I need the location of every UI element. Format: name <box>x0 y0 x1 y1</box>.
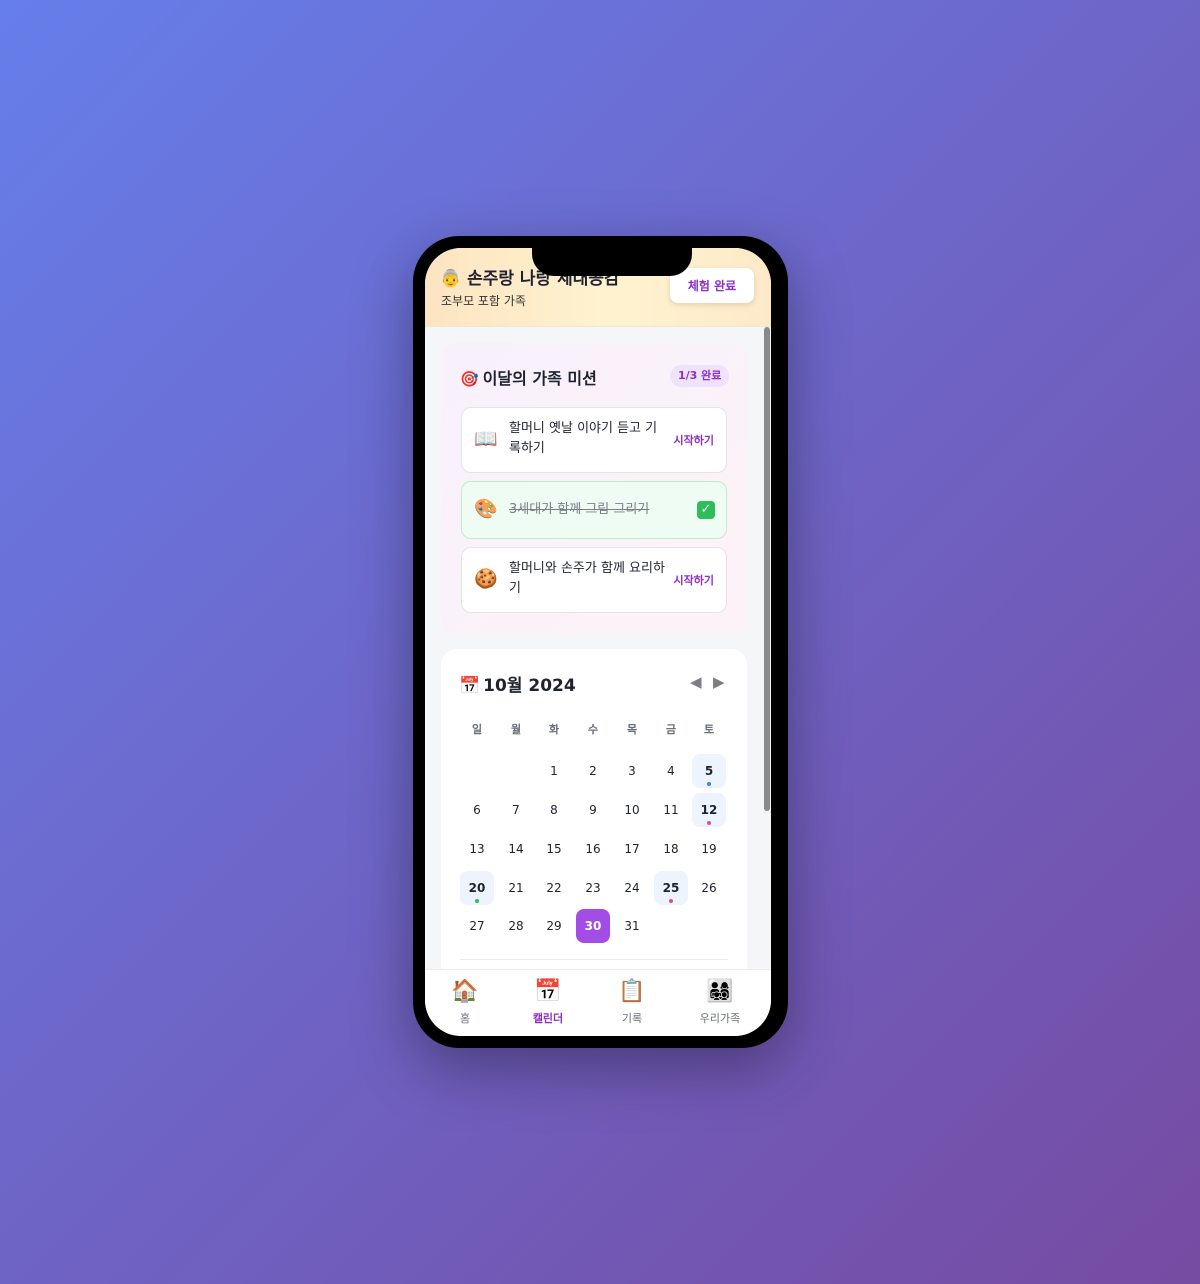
clipboard-icon: 📋 <box>618 979 646 1004</box>
calendar-day[interactable]: 28 <box>499 909 533 943</box>
scrollbar[interactable] <box>764 327 770 811</box>
event-dot <box>707 821 711 825</box>
calendar-day[interactable]: 1 <box>537 754 571 788</box>
calendar-day[interactable]: 9 <box>576 793 610 827</box>
calendar-day[interactable]: 20 <box>460 871 494 905</box>
nav-calendar[interactable]: 📅 캘린더 <box>513 978 583 1026</box>
weekday-label: 화 <box>548 723 560 736</box>
calendar-day[interactable]: 17 <box>615 832 649 866</box>
calendar-day[interactable]: 21 <box>499 871 533 905</box>
calendar-day[interactable]: 18 <box>654 832 688 866</box>
house-icon: 🏠 <box>451 979 479 1004</box>
mission-text: 할머니와 손주가 함께 요리하기 <box>509 561 665 596</box>
app-screen: 👵 손주랑 나랑 세대공감 조부모 포함 가족 체험 완료 🎯 이달의 가족 미션… <box>425 248 771 1036</box>
palette-icon: 🎨 <box>474 498 498 520</box>
calendar-day[interactable]: 16 <box>576 832 610 866</box>
phone-notch <box>532 248 692 276</box>
phone-frame: 👵 손주랑 나랑 세대공감 조부모 포함 가족 체험 완료 🎯 이달의 가족 미션… <box>413 236 788 1048</box>
target-icon: 🎯 <box>460 370 479 388</box>
calendar-day[interactable]: 11 <box>654 793 688 827</box>
calendar-day[interactable]: 22 <box>537 871 571 905</box>
calendar-day[interactable]: 8 <box>537 793 571 827</box>
calendar-icon: 📅 <box>459 676 481 696</box>
calendar-icon: 📅 <box>534 979 562 1004</box>
monthly-mission-card: 🎯 이달의 가족 미션 1/3 완료 📖 할머니 옛날 이야기 듣고 기록하기 시… <box>441 343 747 633</box>
app-subtitle: 조부모 포함 가족 <box>441 294 526 308</box>
grandma-icon: 👵 <box>440 269 462 289</box>
calendar-month-text: 10월 2024 <box>483 676 576 696</box>
mission-text: 할머니 옛날 이야기 듣고 기록하기 <box>509 421 658 456</box>
calendar-day[interactable]: 2 <box>576 754 610 788</box>
calendar-day[interactable]: 4 <box>654 754 688 788</box>
calendar-day[interactable]: 25 <box>654 871 688 905</box>
calendar-day[interactable]: 27 <box>460 909 494 943</box>
weekday-label: 월 <box>510 723 522 736</box>
calendar-card: 📅 10월 2024 ◀ ▶ 일월화수목금토 1 2 3 4 5 6 7 8 9 10 11 12 13 1… <box>441 649 747 970</box>
experience-done-button[interactable]: 체험 완료 <box>670 268 754 303</box>
nav-label: 홈 <box>459 1012 471 1025</box>
mission-item-drawing[interactable]: 🎨 3세대가 함께 그림 그리기 ✓ <box>461 481 727 539</box>
nav-label: 기록 <box>621 1012 643 1025</box>
weekday-label: 일 <box>471 723 483 736</box>
event-dot <box>707 782 711 786</box>
mission-card-title: 🎯 이달의 가족 미션 <box>460 365 597 389</box>
weekday-label: 수 <box>587 723 599 736</box>
calendar-day[interactable]: 14 <box>499 832 533 866</box>
main-content: 🎯 이달의 가족 미션 1/3 완료 📖 할머니 옛날 이야기 듣고 기록하기 시… <box>425 327 771 970</box>
calendar-day[interactable]: 3 <box>615 754 649 788</box>
calendar-day[interactable]: 19 <box>692 832 726 866</box>
calendar-day[interactable]: 15 <box>537 832 571 866</box>
mission-card-title-text: 이달의 가족 미션 <box>482 369 597 388</box>
weekday-label: 목 <box>626 723 638 736</box>
next-month-icon[interactable]: ▶ <box>713 673 725 691</box>
calendar-day[interactable]: 24 <box>615 871 649 905</box>
calendar-day[interactable]: 31 <box>615 909 649 943</box>
calendar-day[interactable]: 10 <box>615 793 649 827</box>
calendar-day[interactable]: 13 <box>460 832 494 866</box>
book-icon: 📖 <box>474 428 498 450</box>
nav-family[interactable]: 👨‍👩‍👧‍👦 우리가족 <box>685 978 755 1026</box>
nav-label: 캘린더 <box>532 1012 564 1025</box>
weekday-label: 금 <box>665 723 677 736</box>
mission-item-storytelling[interactable]: 📖 할머니 옛날 이야기 듣고 기록하기 시작하기 <box>461 407 727 473</box>
calendar-day[interactable]: 26 <box>692 871 726 905</box>
calendar-day-today[interactable]: 30 <box>576 909 610 943</box>
calendar-day[interactable]: 6 <box>460 793 494 827</box>
calendar-day[interactable]: 5 <box>692 754 726 788</box>
prev-month-icon[interactable]: ◀ <box>690 673 702 691</box>
completed-check-icon: ✓ <box>697 501 715 519</box>
event-dot <box>475 899 479 903</box>
calendar-month-title: 📅 10월 2024 <box>459 671 576 696</box>
mission-text: 3세대가 함께 그림 그리기 <box>509 502 650 517</box>
family-icon: 👨‍👩‍👧‍👦 <box>706 979 734 1004</box>
cookie-icon: 🍪 <box>474 568 498 590</box>
calendar-day[interactable]: 7 <box>499 793 533 827</box>
nav-label: 우리가족 <box>699 1012 741 1025</box>
mission-start-link[interactable]: 시작하기 <box>674 432 714 448</box>
calendar-day[interactable]: 29 <box>537 909 571 943</box>
event-dot <box>669 899 673 903</box>
calendar-divider <box>460 959 728 960</box>
nav-home[interactable]: 🏠 홈 <box>430 978 500 1026</box>
mission-start-link[interactable]: 시작하기 <box>674 572 714 588</box>
mission-item-cooking[interactable]: 🍪 할머니와 손주가 함께 요리하기 시작하기 <box>461 547 727 613</box>
mission-progress-badge: 1/3 완료 <box>670 365 730 387</box>
weekday-label: 토 <box>703 723 715 736</box>
calendar-day[interactable]: 23 <box>576 871 610 905</box>
calendar-day[interactable]: 12 <box>692 793 726 827</box>
bottom-navigation: 🏠 홈 📅 캘린더 📋 기록 👨‍👩‍👧‍👦 우리가족 <box>425 969 771 1036</box>
nav-records[interactable]: 📋 기록 <box>597 978 667 1026</box>
